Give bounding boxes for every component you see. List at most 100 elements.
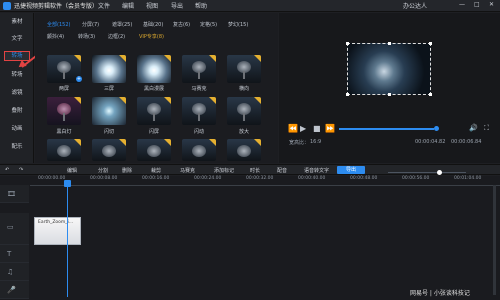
menu-export[interactable]: 导出	[171, 1, 183, 10]
forward-icon[interactable]: ⏩	[325, 124, 335, 133]
playhead[interactable]	[67, 183, 68, 297]
fullscreen-icon[interactable]: ⛶	[484, 124, 489, 133]
minimize-button[interactable]: —	[459, 1, 465, 8]
sidebar-item-material[interactable]: 素材	[0, 16, 34, 28]
close-button[interactable]: ✕	[489, 1, 494, 8]
redo-icon[interactable]: ↷	[19, 167, 23, 173]
total-time: 00:00:06.84	[451, 139, 482, 145]
tab-shake[interactable]: 颤抖(4)	[47, 33, 64, 40]
thumb-label: 放大	[238, 129, 249, 135]
tab-mask[interactable]: 遮罩(25)	[112, 21, 132, 28]
duration-button[interactable]: 时长	[250, 167, 260, 174]
timeline-clip[interactable]: Earth_Zoom_i...	[34, 217, 81, 245]
ruler-tick: 00:01:04.00	[454, 176, 482, 181]
thumb-flash-move[interactable]	[182, 97, 216, 125]
edit-button[interactable]: 编辑	[67, 167, 77, 174]
tab-all[interactable]: 全部(152)	[47, 21, 70, 28]
sidebar-item-filter[interactable]: 滤镜	[0, 87, 34, 99]
text-track-icon: T	[7, 250, 12, 258]
sidebar-item-text[interactable]: 文字	[0, 33, 34, 45]
menu-edit[interactable]: 编辑	[122, 1, 134, 10]
undo-icon[interactable]: ↶	[5, 167, 9, 173]
sidebar-item-overlay[interactable]: 叠附	[0, 105, 34, 117]
ratio-label: 宽高比：	[289, 140, 310, 146]
menu-file[interactable]: 文件	[98, 1, 110, 10]
user-account[interactable]: 办公达人	[403, 1, 443, 10]
sidebar-item-transition-active[interactable]: 转场	[4, 51, 30, 61]
zoom-slider[interactable]	[388, 172, 466, 173]
app-title: 迅捷视频剪辑软件（会员专版）	[14, 3, 99, 10]
thumb-row3-3[interactable]	[137, 139, 171, 161]
tab-split[interactable]: 分屏(7)	[82, 21, 99, 28]
thumb-row3-1[interactable]	[47, 139, 81, 161]
thumb-black-white[interactable]	[137, 55, 171, 83]
track-label-text: T	[0, 245, 29, 263]
thumb-black-white-light[interactable]	[47, 97, 81, 125]
ruler-tick: 00:00:24.00	[194, 176, 222, 181]
crop-button[interactable]: 裁剪	[151, 167, 161, 174]
tab-basic[interactable]: 基础(20)	[143, 21, 163, 28]
thumb-row3-5[interactable]	[227, 139, 261, 161]
delete-button[interactable]: 删除	[122, 167, 132, 174]
music-track-icon: ♫	[7, 268, 14, 276]
tab-dream[interactable]: 梦幻(15)	[228, 21, 248, 28]
ruler-tick: 00:00:32.00	[246, 176, 274, 181]
tab-freeze[interactable]: 定格(5)	[200, 21, 217, 28]
volume-icon[interactable]: 🔊	[469, 124, 478, 132]
add-marker-button[interactable]: 添加标记	[214, 167, 234, 174]
ruler-tick: 00:00:08.00	[90, 176, 118, 181]
timeline-scrollbar[interactable]	[493, 185, 496, 295]
thumb-flash-cut[interactable]	[92, 97, 126, 125]
export-button[interactable]: 导出	[337, 166, 365, 174]
tab-transition[interactable]: 转场(3)	[78, 33, 95, 40]
play-icon[interactable]: ▶	[300, 124, 306, 133]
sidebar-item-transition[interactable]: 转场	[0, 69, 34, 81]
video-track-icon: 🎞	[7, 190, 16, 198]
dub-button[interactable]: 配音	[277, 167, 287, 174]
thumb-zoom[interactable]	[227, 97, 261, 125]
thumb-row3-2[interactable]	[92, 139, 126, 161]
timeline-toolbar: ↶ ↷ 编辑 分割 删除 裁剪 马赛克 添加标记 时长 配音 语音转文字 导出	[0, 164, 500, 175]
ruler-tick: 00:00:16.00	[142, 176, 170, 181]
ruler-tick: 00:00:40.00	[298, 176, 326, 181]
thumb-label: 马赛克	[191, 86, 207, 92]
tab-retro[interactable]: 复古(6)	[173, 21, 190, 28]
sidebar-item-animation[interactable]: 动画	[0, 123, 34, 135]
thumb-row3-4[interactable]	[182, 139, 216, 161]
stop-icon[interactable]: ■	[313, 124, 321, 133]
thumb-horizontal[interactable]	[227, 55, 261, 83]
thumb-three-screen[interactable]	[92, 55, 126, 83]
audio-track-icon: 🎤	[7, 286, 16, 294]
preview-video[interactable]	[346, 42, 432, 96]
watermark: 网易号 | 小张谈科技记	[410, 290, 470, 297]
main-track-icon: ▭	[7, 223, 14, 231]
thumb-label: 闪切	[103, 129, 114, 135]
thumb-label: 三屏	[103, 86, 114, 92]
left-sidebar: 素材 文字 转场 转场 滤镜 叠附 动画 配乐	[0, 13, 34, 163]
menu-help[interactable]: 帮助	[195, 1, 207, 10]
thumb-flash-screen[interactable]	[137, 97, 171, 125]
progress-knob[interactable]	[434, 126, 439, 131]
playback-progress[interactable]	[339, 128, 434, 130]
thumb-label: 横向	[238, 86, 249, 92]
thumb-label: 闪屏	[148, 129, 159, 135]
tab-vip[interactable]: VIP专享(8)	[139, 33, 164, 40]
ratio-value[interactable]: 16:9	[310, 139, 321, 145]
current-time: 00:00:04.82	[415, 139, 446, 145]
maximize-button[interactable]: □	[474, 1, 480, 8]
track-label-video: 🎞	[0, 185, 29, 203]
ruler-tick: 00:00:56.00	[402, 176, 430, 181]
menu-view[interactable]: 视图	[146, 1, 158, 10]
add-effect-button[interactable]: +	[76, 76, 82, 82]
sidebar-item-music[interactable]: 配乐	[0, 141, 34, 153]
split-button[interactable]: 分割	[98, 167, 108, 174]
thumb-mosaic[interactable]	[182, 55, 216, 83]
zoom-knob[interactable]	[437, 170, 442, 175]
timeline-ruler: 00:00:00.00 00:00:08.00 00:00:16.00 00:0…	[30, 176, 500, 186]
ruler-tick: 00:00:00.00	[38, 176, 66, 181]
mosaic-button[interactable]: 马赛克	[180, 167, 195, 174]
rewind-icon[interactable]: ⏪	[288, 124, 298, 133]
speech-to-text-button[interactable]: 语音转文字	[304, 167, 329, 174]
tab-border[interactable]: 边框(2)	[108, 33, 125, 40]
track-label-music: ♫	[0, 263, 29, 281]
